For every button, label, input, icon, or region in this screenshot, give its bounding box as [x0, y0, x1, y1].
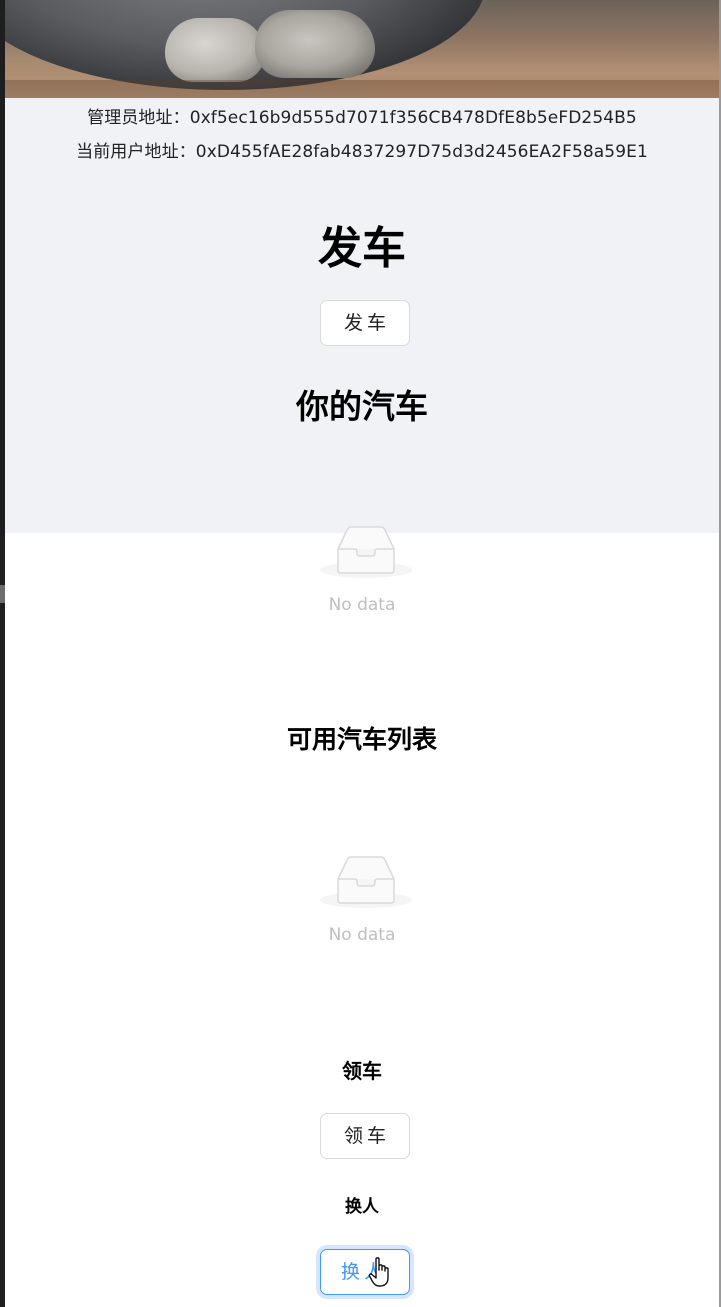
page: 管理员地址：0xf5ec16b9d555d7071f356CB478DfE8b5… [0, 0, 721, 1307]
change-owner-button[interactable]: 换人 [320, 1249, 410, 1295]
banner-cat-paw-right [255, 10, 375, 78]
your-cars-title: 你的汽车 [296, 387, 428, 426]
banner-cat-paw-left [165, 18, 265, 82]
issue-title: 发车 [318, 223, 406, 274]
admin-address: 管理员地址：0xf5ec16b9d555d7071f356CB478DfE8b5… [87, 108, 637, 128]
your-cars-empty-text: No data [328, 595, 396, 615]
hand-pointer-icon [368, 1257, 389, 1287]
get-car-button[interactable]: 领车 [320, 1113, 410, 1159]
banner-shadow [5, 80, 719, 98]
change-owner-title: 换人 [345, 1197, 379, 1217]
get-car-title: 领车 [342, 1059, 382, 1083]
user-address: 当前用户地址：0xD455fAE28fab4837297D75d3d2456EA… [76, 142, 648, 162]
available-cars-title: 可用汽车列表 [286, 725, 437, 754]
banner-image [5, 0, 719, 98]
your-cars-empty: No data [5, 518, 719, 628]
available-cars-empty: No data [5, 848, 719, 958]
inbox-empty-icon [320, 526, 412, 578]
available-cars-empty-text: No data [328, 925, 396, 945]
inbox-empty-icon [320, 856, 412, 908]
issue-button[interactable]: 发车 [320, 300, 410, 346]
